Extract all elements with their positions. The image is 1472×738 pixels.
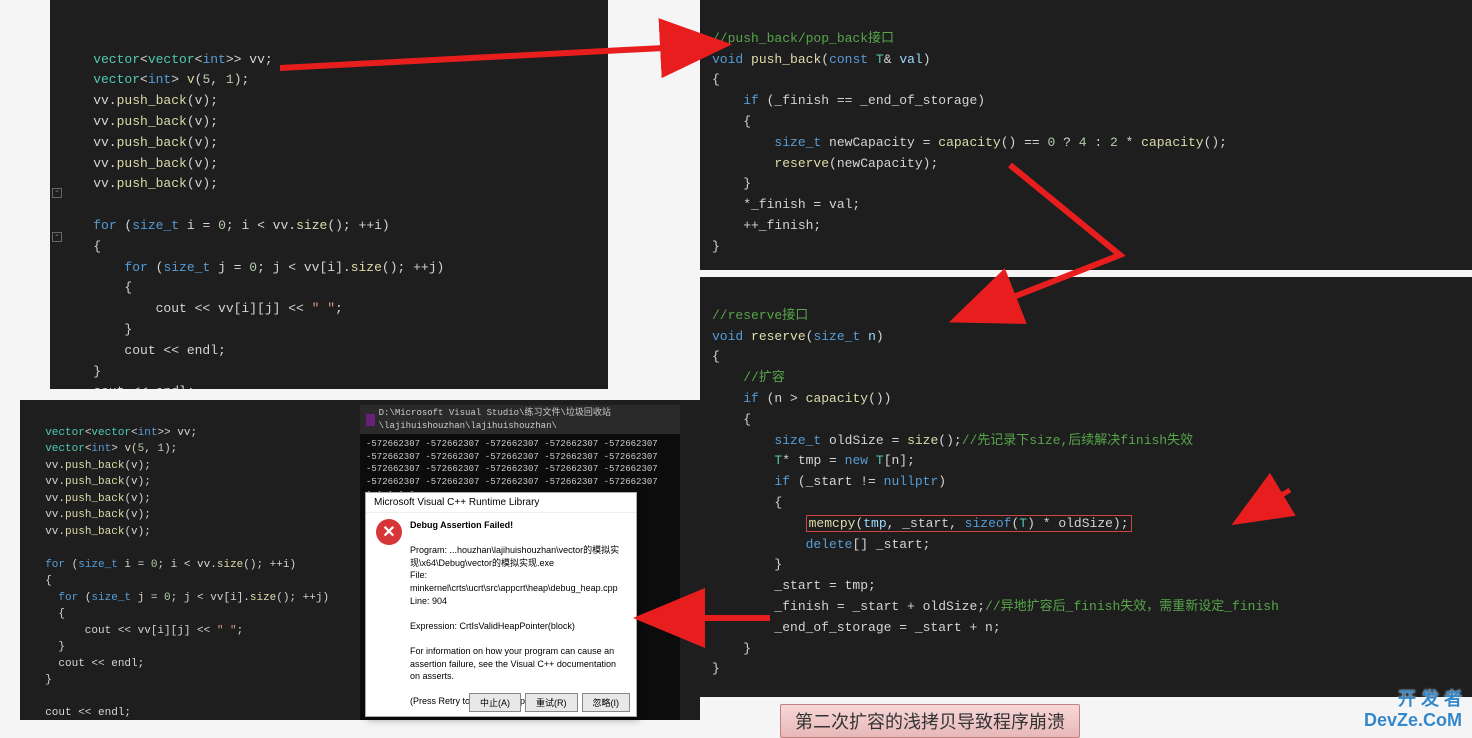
vs-icon: [366, 414, 375, 426]
fold-marker-icon[interactable]: -: [52, 232, 62, 242]
dialog-expression: Expression: CrtIsValidHeapPointer(block): [410, 620, 626, 633]
dialog-title: Microsoft Visual C++ Runtime Library: [366, 493, 636, 513]
dialog-program: Program: ...houzhan\lajihuishouzhan\vect…: [410, 544, 626, 569]
dialog-info: For information on how your program can …: [410, 645, 626, 683]
watermark-cn: 开 发 者: [1364, 689, 1462, 711]
dialog-heading: Debug Assertion Failed!: [410, 519, 626, 532]
watermark-en: DevZe.CoM: [1364, 710, 1462, 732]
console-titlebar[interactable]: D:\Microsoft Visual Studio\练习文件\垃圾回收站\la…: [360, 405, 680, 434]
dialog-file: File: minkernel\crts\ucrt\src\appcrt\hea…: [410, 569, 626, 594]
code-panel-reserve: //reserve接口 void reserve(size_t n) { //扩…: [700, 277, 1472, 697]
console-path: D:\Microsoft Visual Studio\练习文件\垃圾回收站\la…: [379, 407, 674, 432]
watermark: 开 发 者 DevZe.CoM: [1364, 689, 1462, 732]
code-panel-main-usage: vector<vector<int>> vv; vector<int> v(5,…: [50, 0, 608, 389]
dialog-text: Debug Assertion Failed! Program: ...houz…: [410, 519, 626, 708]
abort-button[interactable]: 中止(A): [469, 693, 521, 712]
fold-marker-icon[interactable]: -: [52, 188, 62, 198]
retry-button[interactable]: 重试(R): [525, 693, 578, 712]
code-content[interactable]: vector<vector<int>> vv; vector<int> v(5,…: [62, 29, 596, 389]
ignore-button[interactable]: 忽略(I): [582, 693, 631, 712]
code-content[interactable]: //push_back/pop_back接口 void push_back(co…: [712, 29, 1460, 258]
dialog-line: Line: 904: [410, 595, 626, 608]
caption-label: 第二次扩容的浅拷贝导致程序崩溃: [780, 704, 1080, 738]
code-content[interactable]: //reserve接口 void reserve(size_t n) { //扩…: [712, 306, 1460, 680]
error-icon: ✕: [376, 519, 402, 545]
assertion-dialog: Microsoft Visual C++ Runtime Library ✕ D…: [365, 492, 637, 717]
code-panel-push-back: //push_back/pop_back接口 void push_back(co…: [700, 0, 1472, 270]
